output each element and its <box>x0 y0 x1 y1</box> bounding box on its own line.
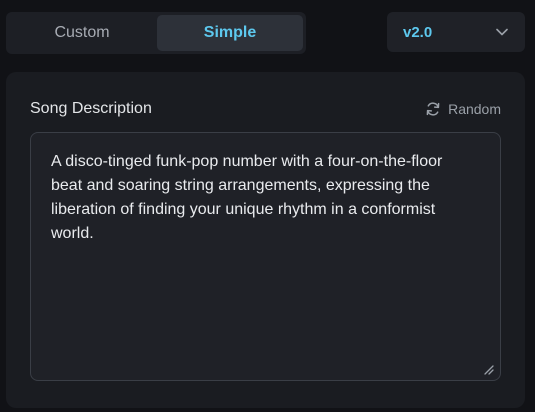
version-select[interactable]: v2.0 <box>387 12 525 52</box>
mode-toggle: Custom Simple <box>6 12 306 54</box>
app-root: Custom Simple v2.0 Song Description Rand… <box>0 0 535 412</box>
random-label: Random <box>448 101 501 117</box>
song-description-text: A disco-tinged funk-pop number with a fo… <box>51 153 443 242</box>
random-button[interactable]: Random <box>425 101 501 117</box>
tab-simple[interactable]: Simple <box>157 15 303 51</box>
refresh-icon <box>425 101 441 117</box>
resize-handle-icon[interactable] <box>482 362 494 375</box>
panel-title: Song Description <box>30 100 152 117</box>
song-description-panel: Song Description Random A disco-tinged f… <box>6 72 525 408</box>
song-description-textarea[interactable]: A disco-tinged funk-pop number with a fo… <box>30 132 501 381</box>
tab-custom[interactable]: Custom <box>9 15 155 51</box>
version-value: v2.0 <box>403 23 433 41</box>
chevron-down-icon <box>495 25 509 39</box>
panel-header: Song Description Random <box>30 98 501 120</box>
